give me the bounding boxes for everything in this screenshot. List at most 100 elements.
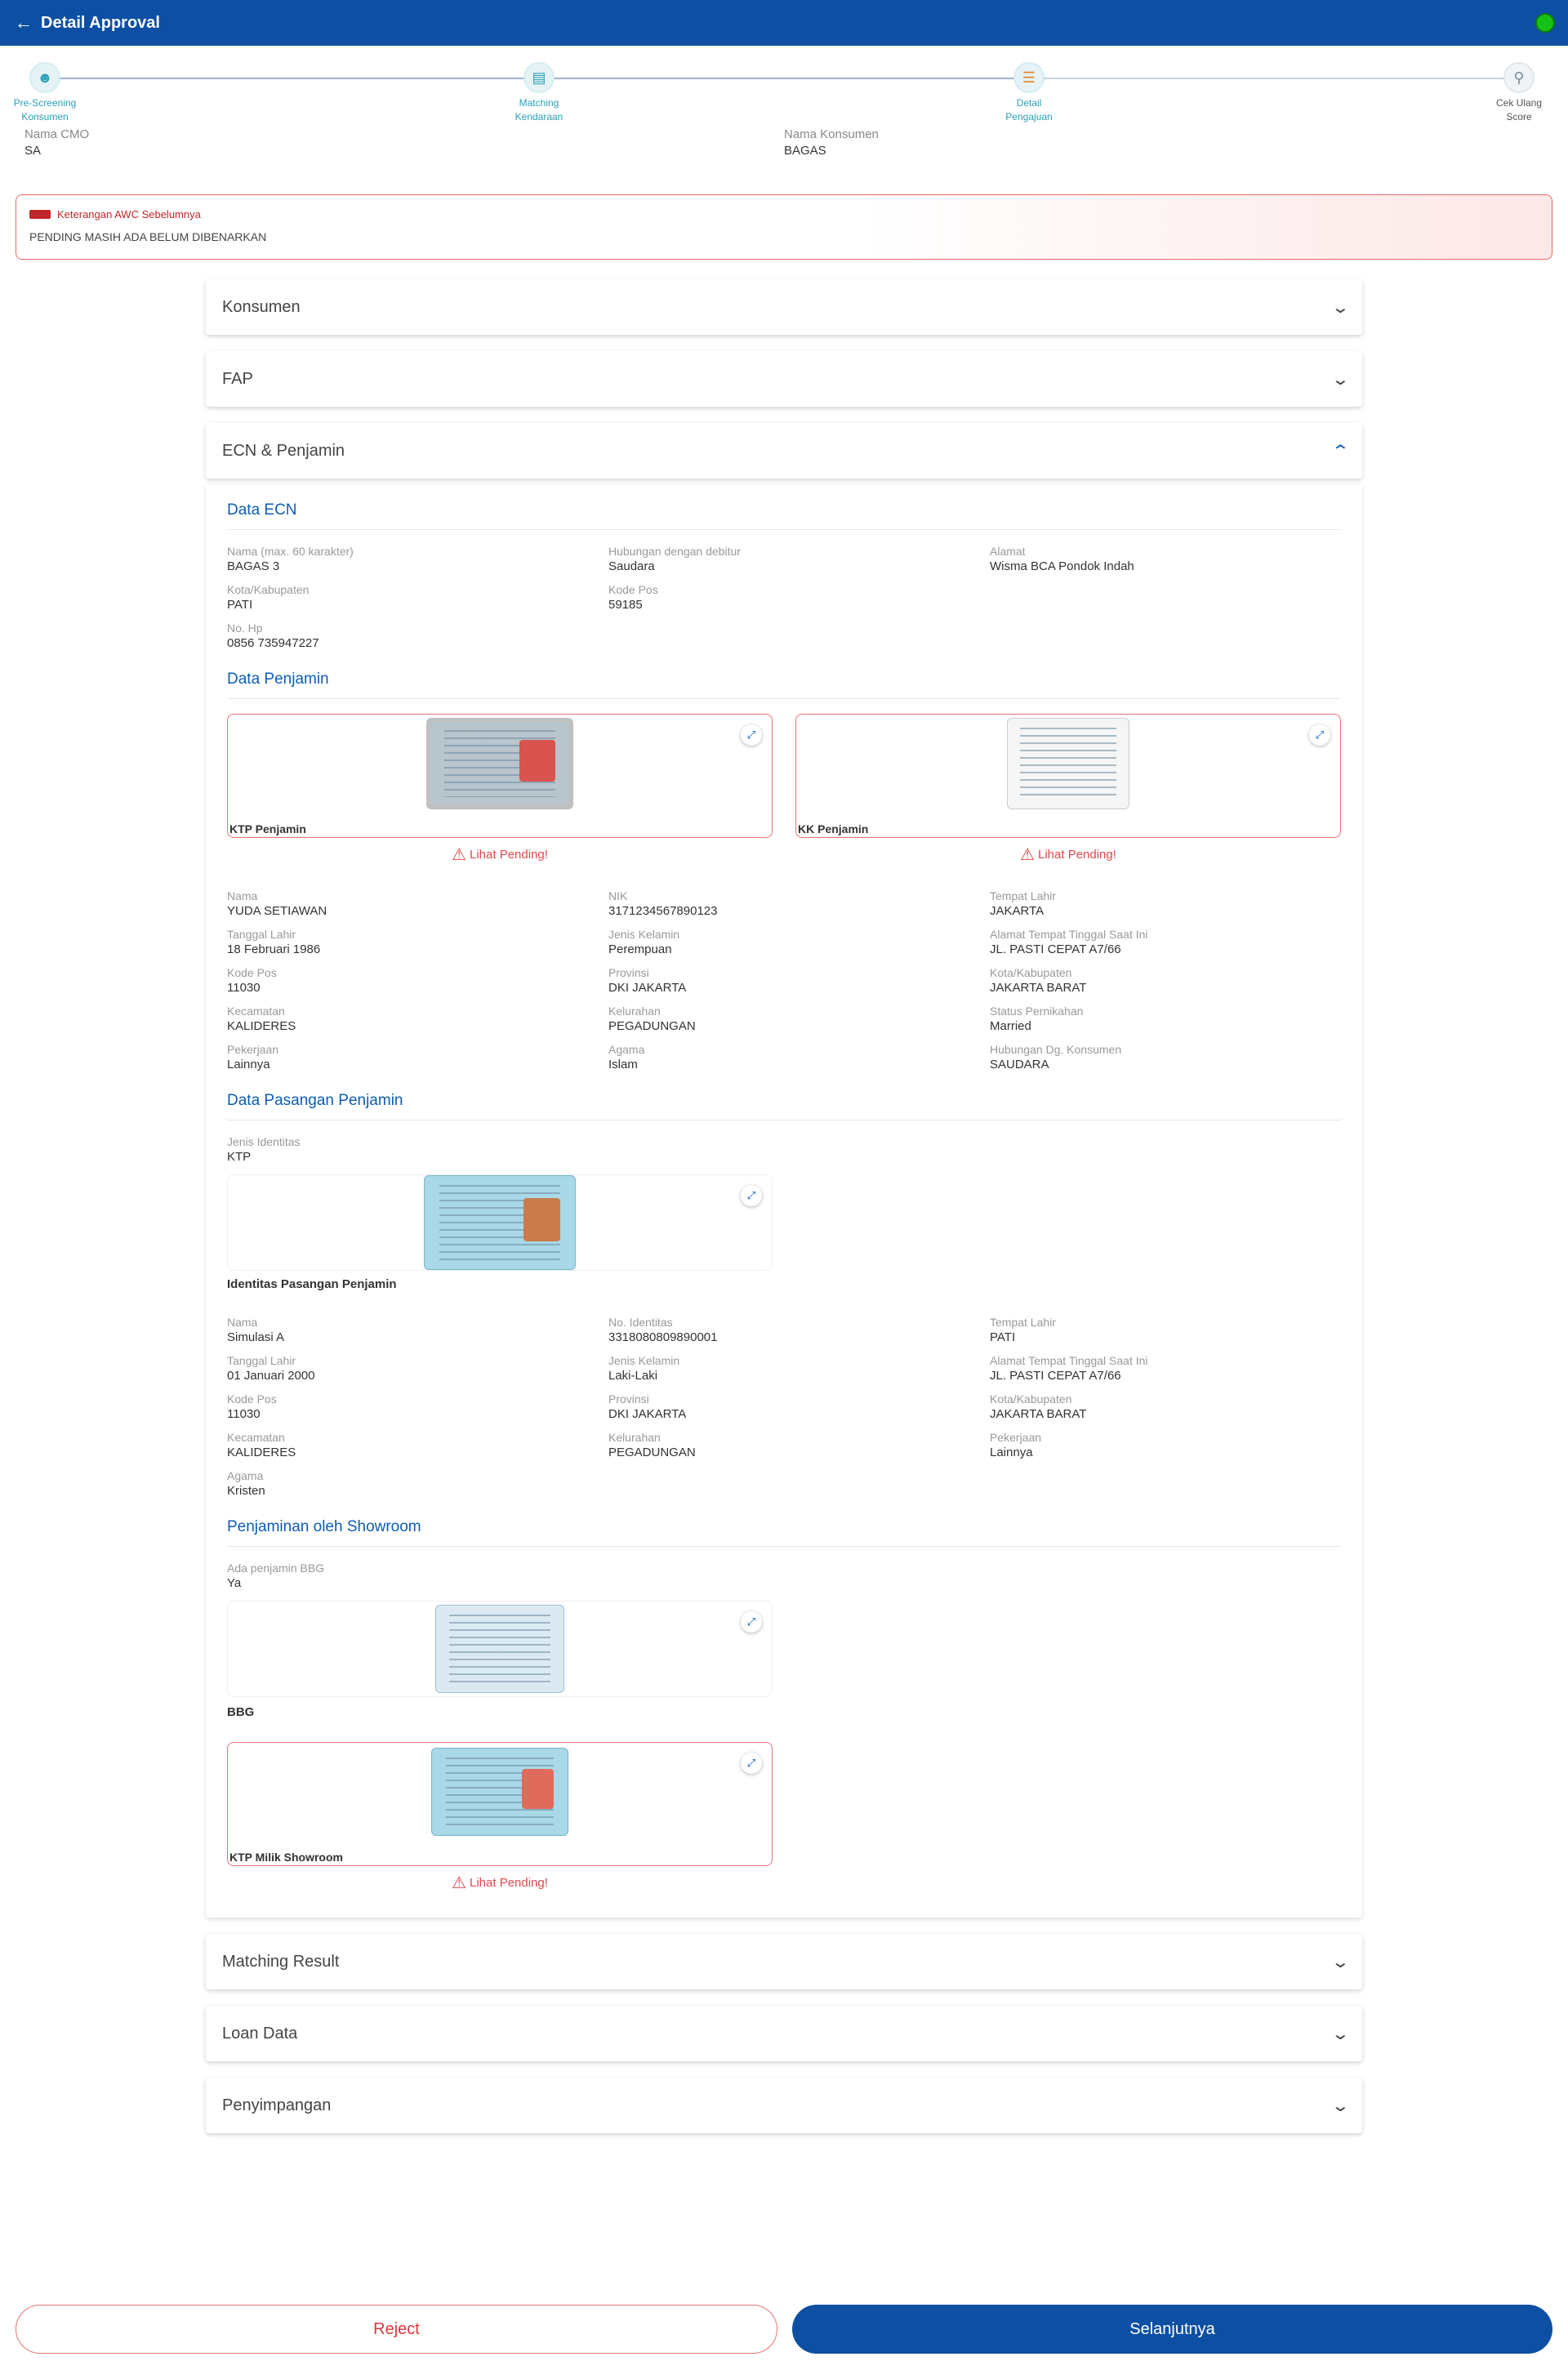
field: Kota/Kabupaten JAKARTA BARAT xyxy=(990,1392,1341,1422)
step-label: Cek Ulang xyxy=(1495,97,1543,109)
field-label: No. Hp xyxy=(227,621,263,635)
field-value: Simulasi A xyxy=(227,1330,285,1344)
awc-notice: Keterangan AWC Sebelumnya PENDING MASIH … xyxy=(16,194,1552,260)
ktp-image[interactable] xyxy=(431,1748,568,1836)
field-value: Wisma BCA Pondok Indah xyxy=(990,559,1134,573)
field-value: 0856 735947227 xyxy=(227,636,319,650)
field: Kode Pos 11030 xyxy=(227,966,608,996)
next-button[interactable]: Selanjutnya xyxy=(792,2305,1552,2354)
accordion-fap[interactable]: FAP ⌄ xyxy=(206,351,1362,407)
accordion-penyimpangan[interactable]: Penyimpangan ⌄ xyxy=(206,2078,1362,2133)
accordion-ecn[interactable]: ECN & Penjamin ⌃ xyxy=(206,423,1362,479)
field: Kecamatan KALIDERES xyxy=(227,1005,608,1034)
photo-caption: Identitas Pasangan Penjamin xyxy=(227,1277,397,1291)
field-value: Married xyxy=(990,1019,1031,1033)
photo-caption: KTP Milik Showroom xyxy=(229,1851,343,1864)
field-label: Nama (max. 60 karakter) xyxy=(227,545,354,558)
field-value: Lainnya xyxy=(990,1446,1033,1459)
ktp-image[interactable] xyxy=(424,1175,576,1270)
field-label: Kelurahan xyxy=(608,1431,661,1444)
field: Kota/Kabupaten JAKARTA BARAT xyxy=(990,966,1341,996)
pending-link[interactable]: ⚠ Lihat Pending! xyxy=(227,1873,773,1893)
ktp-penjamin-photo[interactable]: ⤢ KTP Penjamin xyxy=(227,714,773,838)
field-label: Agama xyxy=(608,1043,645,1056)
field-label: Jenis Kelamin xyxy=(608,1354,680,1367)
field-value: Saudara xyxy=(608,559,655,573)
field-label: Kota/Kabupaten xyxy=(990,966,1072,979)
field: Pekerjaan Lainnya xyxy=(990,1431,1341,1460)
field-label: Pekerjaan xyxy=(990,1431,1042,1444)
awc-title: Keterangan AWC Sebelumnya xyxy=(57,208,201,221)
field: Jenis Kelamin Laki-Laki xyxy=(608,1354,990,1383)
ktp-image[interactable] xyxy=(426,718,573,809)
accordion-loan-data[interactable]: Loan Data ⌄ xyxy=(206,2006,1362,2061)
step-pre-screening[interactable]: ☻ Pre-Screening Konsumen xyxy=(0,62,90,124)
expand-icon[interactable]: ⤢ xyxy=(741,724,762,746)
kk-penjamin-photo[interactable]: ⤢ KK Penjamin xyxy=(795,714,1341,838)
field: Tempat Lahir JAKARTA xyxy=(990,889,1341,919)
field-label: Hubungan Dg. Konsumen xyxy=(990,1043,1122,1056)
penjamin-photos: ⤢ KTP Penjamin ⚠ Lihat Pending! ⤢ KK Penj… xyxy=(227,714,1341,865)
chevron-down-icon: ⌄ xyxy=(1330,2025,1351,2043)
pending-link[interactable]: ⚠ Lihat Pending! xyxy=(795,844,1341,865)
back-arrow-icon[interactable]: ← xyxy=(15,14,33,32)
step-label: Pre-Screening xyxy=(13,97,77,109)
ktp-showroom-photo[interactable]: ⤢ KTP Milik Showroom xyxy=(227,1742,773,1866)
expand-icon[interactable]: ⤢ xyxy=(741,1611,762,1633)
field: Kelurahan PEGADUNGAN xyxy=(608,1005,990,1034)
kk-image[interactable] xyxy=(1007,718,1129,809)
field: No. Identitas 3318080809890001 xyxy=(608,1316,990,1345)
field: Tempat Lahir PATI xyxy=(990,1316,1341,1345)
accordion-title: Penyimpangan xyxy=(222,2096,332,2114)
accordion-title: Loan Data xyxy=(222,2024,298,2043)
action-bar: Reject Selanjutnya xyxy=(16,2305,1552,2354)
field-value: Ya xyxy=(227,1576,242,1590)
konsumen-label: Nama Konsumen xyxy=(784,127,879,141)
field-label: Kode Pos xyxy=(608,583,658,596)
field-label: Alamat Tempat Tinggal Saat Ini xyxy=(990,928,1148,941)
expand-icon[interactable]: ⤢ xyxy=(741,1753,762,1774)
document-icon: ☰ xyxy=(1013,62,1045,93)
field: Provinsi DKI JAKARTA xyxy=(608,966,990,996)
accordion-konsumen[interactable]: Konsumen ⌄ xyxy=(206,279,1362,335)
awc-badge-icon xyxy=(29,210,51,219)
field-label: Kota/Kabupaten xyxy=(227,583,310,596)
field: Pekerjaan Lainnya xyxy=(227,1043,608,1072)
awc-message: PENDING MASIH ADA BELUM DIBENARKAN xyxy=(29,230,267,243)
bbg-image[interactable] xyxy=(435,1605,564,1693)
pasangan-id-photo[interactable]: ⤢ xyxy=(227,1174,773,1271)
field-label: Kode Pos xyxy=(227,966,277,979)
expand-icon[interactable]: ⤢ xyxy=(741,1185,762,1206)
accordion-matching-result[interactable]: Matching Result ⌄ xyxy=(206,1934,1362,1989)
field-label: Kecamatan xyxy=(227,1005,285,1018)
section-title: Data ECN xyxy=(227,501,1341,530)
chevron-down-icon: ⌄ xyxy=(1330,298,1351,317)
field-label: Kota/Kabupaten xyxy=(990,1392,1072,1406)
field-label: Nama xyxy=(227,1316,258,1329)
penjamin-fields: Nama YUDA SETIAWAN NIK 3171234567890123 Te… xyxy=(227,889,1341,1072)
field: Nama Simulasi A xyxy=(227,1316,608,1345)
expand-icon[interactable]: ⤢ xyxy=(1309,724,1330,746)
accordion-title: Matching Result xyxy=(222,1952,340,1971)
field-value: 3318080809890001 xyxy=(608,1330,718,1344)
step-label: Konsumen xyxy=(21,111,69,123)
section-title: Data Pasangan Penjamin xyxy=(227,1092,1341,1120)
field-label: Pekerjaan xyxy=(227,1043,279,1056)
step-matching[interactable]: ▤ Matching Kendaraan xyxy=(494,62,584,124)
bbg-photo[interactable]: ⤢ xyxy=(227,1601,773,1697)
step-cek-ulang[interactable]: ⚲ Cek Ulang Score xyxy=(1474,62,1564,124)
photo-caption: BBG xyxy=(227,1705,255,1719)
field-value: PATI xyxy=(990,1330,1016,1344)
field-label: Alamat Tempat Tinggal Saat Ini xyxy=(990,1354,1148,1367)
accordion-title: ECN & Penjamin xyxy=(222,441,345,460)
app-header: ← Detail Approval xyxy=(0,0,1568,46)
field-value: JAKARTA BARAT xyxy=(990,1407,1087,1421)
field-label: Nama xyxy=(227,889,258,902)
pending-link[interactable]: ⚠ Lihat Pending! xyxy=(227,844,773,865)
field-label: Kecamatan xyxy=(227,1431,285,1444)
step-detail[interactable]: ☰ Detail Pengajuan xyxy=(984,62,1074,124)
field-value: Kristen xyxy=(227,1484,265,1498)
reject-button[interactable]: Reject xyxy=(16,2305,777,2354)
accordion-title: Konsumen xyxy=(222,297,301,316)
field-value: 11030 xyxy=(227,1407,261,1421)
